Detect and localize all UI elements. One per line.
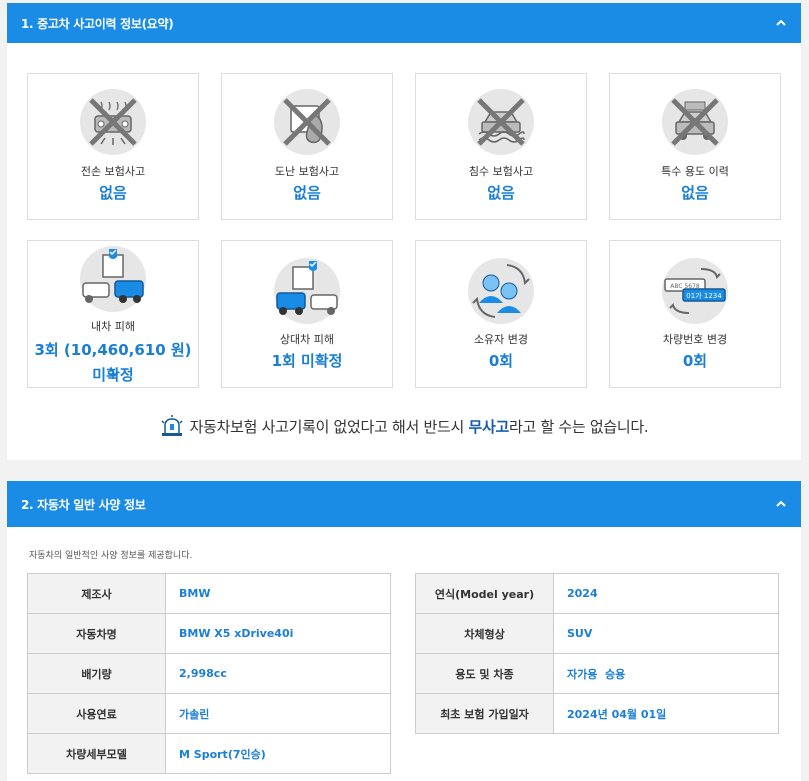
spec-value: 2,998cc (165, 653, 391, 694)
card-flood: 침수 보험사고 없음 (415, 73, 587, 220)
table-row: 제조사 BMW (27, 573, 391, 614)
spec-key: 차량세부모델 (27, 733, 166, 774)
total-loss-icon (80, 89, 146, 155)
flood-icon (468, 89, 534, 155)
spec-value: SUV (553, 613, 779, 654)
spec-value: 2024 (553, 573, 779, 614)
plate-new-text: 01가 1234 (686, 291, 722, 300)
table-row: 최초 보험 가입일자 2024년 04월 01일 (415, 693, 779, 734)
card-label: 도난 보험사고 (274, 165, 340, 178)
card-value: 없음 (293, 184, 321, 202)
spec-key: 최초 보험 가입일자 (415, 693, 554, 734)
card-value-continued: 미확정 (92, 366, 134, 384)
plate-change-icon: ABC 5678 01가 1234 (662, 258, 728, 324)
chevron-up-icon[interactable] (775, 498, 787, 510)
alarm-icon (161, 415, 183, 436)
spec-value: M Sport(7인승) (165, 733, 391, 774)
spec-key: 연식(Model year) (415, 573, 554, 614)
card-label: 소유자 변경 (473, 333, 529, 346)
card-other-damage: 상대차 피해 1회 미확정 (221, 240, 393, 388)
owner-change-icon (468, 258, 534, 324)
card-label: 특수 용도 이력 (661, 165, 729, 178)
card-label: 침수 보험사고 (468, 165, 534, 178)
card-value: 1회 미확정 (271, 352, 343, 370)
card-value: 없음 (487, 184, 515, 202)
table-row: 연식(Model year) 2024 (415, 573, 779, 614)
other-damage-icon (274, 258, 340, 324)
theft-icon (274, 89, 340, 155)
card-value: 없음 (99, 184, 127, 202)
spec-key: 배기량 (27, 653, 166, 694)
taxi-icon (662, 89, 728, 155)
spec-table-right: 연식(Model year) 2024 차체형상 SUV 용도 및 차종 자가용 승용… (415, 573, 779, 734)
card-label: 상대차 피해 (279, 333, 335, 346)
disclaimer-notice: 자동차보험 사고기록이 없었다고 해서 반드시 무사고라고 할 수는 없습니다. (7, 415, 801, 437)
notice-text-end: 라고 할 수는 없습니다. (508, 417, 649, 436)
card-own-damage: 내차 피해 3회 (10,460,610 원) + 미확정 (27, 240, 199, 388)
section-header[interactable]: 2. 자동차 일반 사양 정보 (7, 481, 801, 527)
section-title: 2. 자동차 일반 사양 정보 (21, 497, 146, 512)
spec-info-panel: 2. 자동차 일반 사양 정보 자동차의 일반적인 사양 정보를 제공합니다. … (7, 481, 801, 781)
own-damage-icon (80, 246, 146, 312)
section-title: 1. 중고차 사고이력 정보(요약) (21, 16, 174, 31)
spec-table-left: 제조사 BMW 자동차명 BMW X5 xDrive40i 배기량 2,998cc 사… (27, 573, 391, 774)
table-row: 사용연료 가솔린 (27, 693, 391, 734)
card-label: 내차 피해 (91, 320, 135, 333)
table-row: 자동차명 BMW X5 xDrive40i (27, 613, 391, 654)
table-row: 배기량 2,998cc (27, 653, 391, 694)
card-theft: 도난 보험사고 없음 (221, 73, 393, 220)
chevron-up-icon[interactable] (775, 17, 787, 29)
spec-value: 2024년 04월 01일 (553, 693, 779, 734)
table-row: 차체형상 SUV (415, 613, 779, 654)
card-special-use: 특수 용도 이력 없음 (609, 73, 781, 220)
spec-key: 제조사 (27, 573, 166, 614)
table-row: 용도 및 차종 자가용 승용 (415, 653, 779, 694)
table-row: 차량세부모델 M Sport(7인승) (27, 733, 391, 774)
accident-summary-panel: 1. 중고차 사고이력 정보(요약) 전손 보험사고 없음 도난 보험사고 없음 (7, 3, 801, 460)
spec-value: 자가용 승용 (553, 653, 779, 694)
spec-key: 차체형상 (415, 613, 554, 654)
card-total-loss: 전손 보험사고 없음 (27, 73, 199, 220)
card-value: 없음 (681, 184, 709, 202)
card-value: 0회 (488, 352, 514, 370)
spec-value: BMW (165, 573, 391, 614)
spec-value: 가솔린 (165, 693, 391, 734)
spec-key: 용도 및 차종 (415, 653, 554, 694)
card-label: 전손 보험사고 (80, 165, 146, 178)
card-label: 차량번호 변경 (662, 333, 728, 346)
card-owner-change: 소유자 변경 0회 (415, 240, 587, 388)
section-intro: 자동차의 일반적인 사양 정보를 제공합니다. (29, 551, 193, 561)
spec-key: 자동차명 (27, 613, 166, 654)
spec-value: BMW X5 xDrive40i (165, 613, 391, 654)
card-value: 0회 (682, 352, 708, 370)
section-header[interactable]: 1. 중고차 사고이력 정보(요약) (7, 3, 801, 43)
notice-text: 자동차보험 사고기록이 없었다고 해서 반드시 (189, 417, 469, 436)
card-plate-change: ABC 5678 01가 1234 차량번호 변경 0회 (609, 240, 781, 388)
notice-emphasis: 무사고 (468, 417, 509, 436)
spec-key: 사용연료 (27, 693, 166, 734)
